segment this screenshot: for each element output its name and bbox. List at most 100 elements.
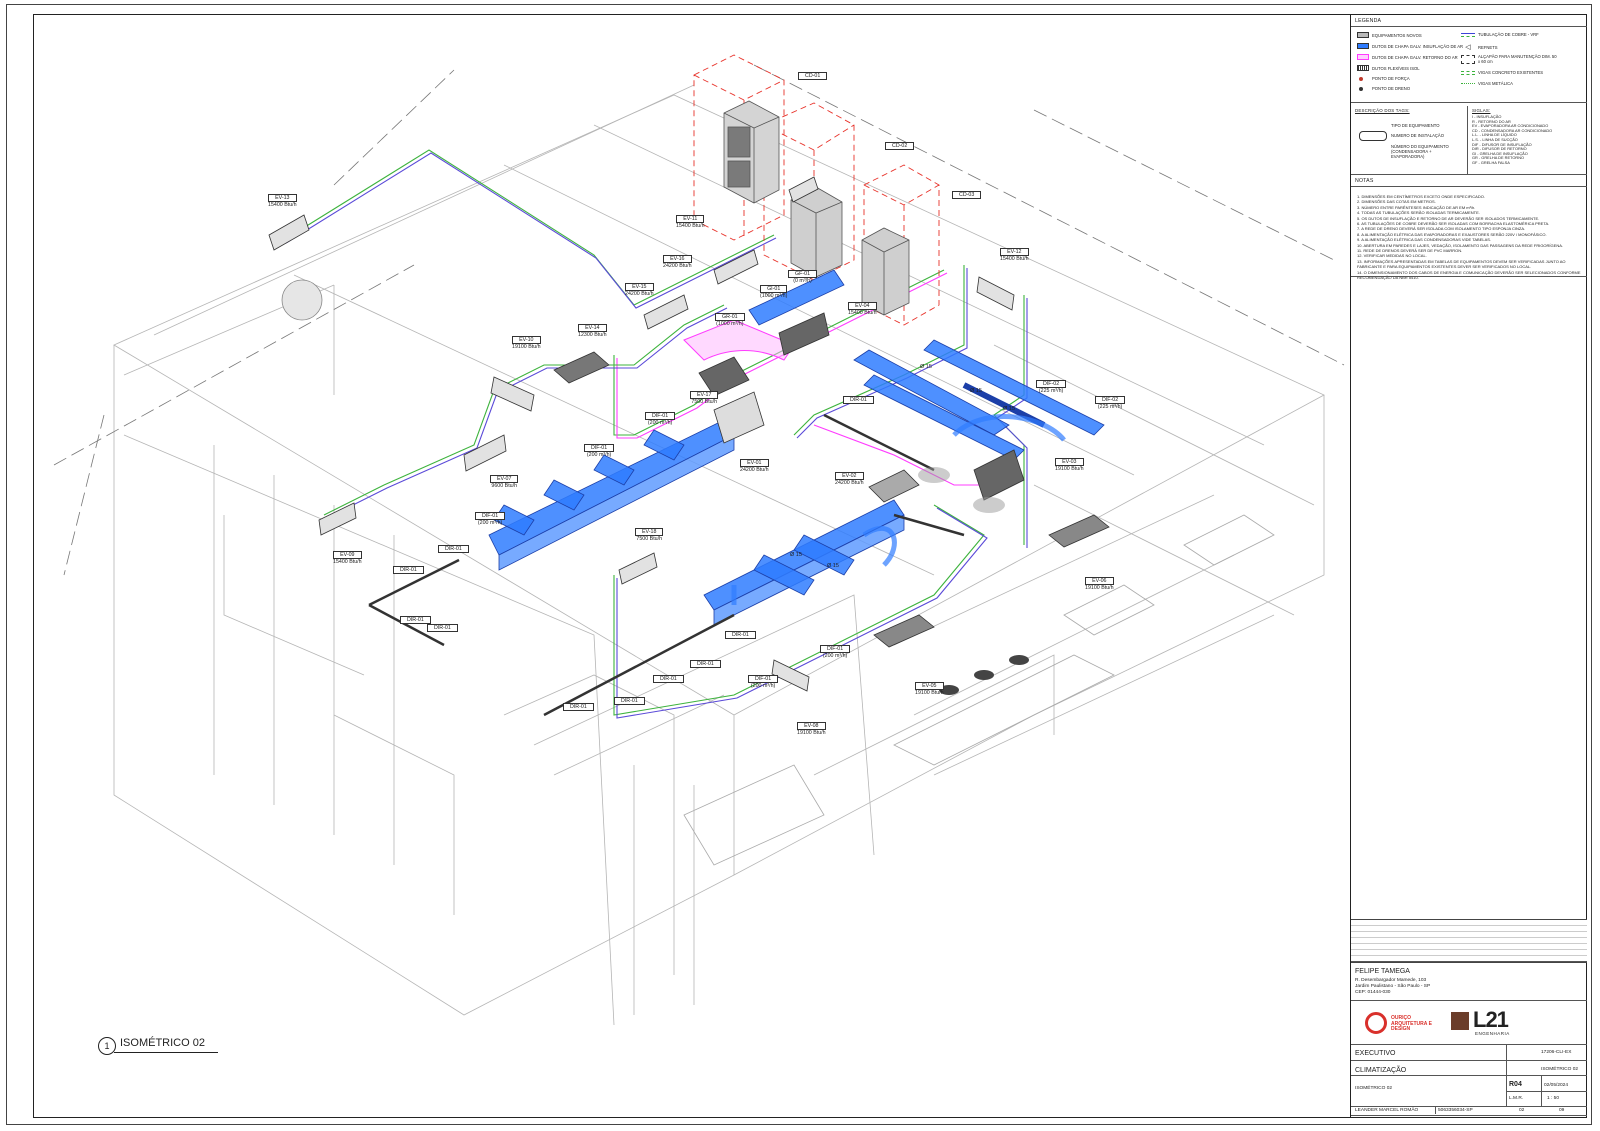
info-rule	[1351, 1044, 1587, 1045]
info-rule-3	[1351, 1075, 1506, 1076]
tag-desc-number: NÚMERO DO EQUIPAMENTO (CONDENSADORA + EV…	[1391, 144, 1449, 159]
tag-dif-01: DIF-01 (200 m³/h)	[645, 412, 676, 426]
subtitle: ISOMÉTRICO 02	[1355, 1086, 1393, 1091]
legend-item-return-duct: DUTOS DE CHAPA GALV. RETORNO DO AR	[1357, 54, 1458, 60]
view-title-text: ISOMÉTRICO 02	[120, 1037, 205, 1049]
tags-description-title: DESCRIÇÃO DOS TAGS:	[1355, 108, 1410, 113]
shadow-area	[973, 497, 1005, 513]
view-title-underline	[114, 1052, 218, 1053]
tag-ev-10: EV-10 19100 Btu/h	[512, 336, 541, 350]
legend-item-steel-beams: VIGAS METÁLICA	[1461, 81, 1513, 86]
revision-table	[1351, 919, 1587, 963]
info-rule-5	[1506, 1091, 1587, 1092]
tag-ev-07: EV-07 9600 Btu/h	[490, 475, 519, 489]
legend-rule	[1351, 26, 1587, 27]
tag-ev-03: EV-03 19100 Btu/h	[1055, 458, 1084, 472]
tag-gr-01: GR-01 (1000 m³/h)	[715, 313, 745, 327]
abbr-line: GF - GRELHA FALSA	[1472, 159, 1510, 165]
legend-item-supply-duct: DUTOS DE CHAPA GALV. INSUFLAÇÃO DE AR	[1357, 43, 1463, 49]
l21-logo-sub: ENGENHARIA	[1475, 1031, 1510, 1036]
sig-divider	[1435, 1106, 1436, 1114]
tag-cd-01: CD-01	[798, 72, 828, 80]
client-address-1: R. Desembargador Mamede, 103	[1355, 978, 1427, 983]
drawing-sheet: CD-01 CD-02 CD-03 EV-13 15400 Btu/h EV-11…	[0, 0, 1600, 1131]
tag-gf-01: GF-01 (0 m³/h)	[788, 270, 818, 284]
tag-dir-01: DIR-01	[690, 660, 721, 668]
notes-rule	[1351, 174, 1587, 175]
drawn-by: L.M.R.	[1509, 1096, 1524, 1101]
logos-rule	[1351, 1000, 1587, 1001]
notes-title: NOTAS	[1355, 178, 1374, 184]
isometric-drawing	[53, 54, 1345, 1026]
diameter-label: Ø 15	[1003, 406, 1015, 412]
tags-section-rule	[1351, 102, 1587, 103]
pendant-lamp	[281, 279, 323, 321]
tag-dir-01: DIR-01	[400, 616, 431, 624]
tag-dir-01: DIR-01	[725, 631, 756, 639]
legend-item-refnets: ◁ REFNETS	[1465, 44, 1498, 51]
tag-gi-01: GI-01 (1000 m³/h)	[760, 285, 788, 299]
tag-dir-01: DIR-01	[563, 703, 594, 711]
tag-dir-01: DIR-01	[843, 396, 874, 404]
tag-ev-05: EV-05 19100 Btu/h	[915, 682, 944, 696]
diameter-label: Ø 15	[970, 388, 982, 394]
title-block: LEGENDA EQUIPAMENTOS NOVOS DUTOS DE CHAP…	[1350, 14, 1587, 1118]
tag-ev-01: EV-01 24200 Btu/h	[740, 459, 769, 473]
tag-dir-01: DIR-01	[653, 675, 684, 683]
phase: EXECUTIVO	[1355, 1050, 1396, 1057]
notes-end-rule	[1351, 276, 1587, 277]
client-address-2: Jardim Paulistano - São Paulo - SP	[1355, 984, 1431, 989]
legend-item-hatch: ALÇAPÃO PARA MANUTENÇÃO DIM. 50 x 60 cm	[1461, 54, 1558, 64]
info-rule-4	[1506, 1075, 1587, 1076]
legend-title: LEGENDA	[1355, 18, 1382, 24]
engineer-name: LEANDER MARCEL ROMÃO	[1355, 1108, 1419, 1113]
diameter-label: Ø 15	[790, 552, 802, 558]
tag-desc-type: TIPO DE EQUIPAMENTO	[1391, 123, 1440, 128]
ourico-logo	[1365, 1012, 1387, 1034]
tag-ev-14: EV-14 12300 Btu/h	[578, 324, 607, 338]
tag-ev-02: EV-02 24200 Btu/h	[835, 472, 864, 486]
tag-cd-02: CD-02	[885, 142, 915, 150]
client-address-3: CEP: 01444-030	[1355, 990, 1391, 995]
date: 02/05/2024	[1544, 1083, 1569, 1088]
client-name: FELIPE TAMEGA	[1355, 968, 1410, 975]
signature-rule	[1351, 1106, 1587, 1107]
tag-ev-15: EV-15 24200 Btu/h	[625, 283, 654, 297]
tag-dir-01: DIR-01	[614, 697, 645, 705]
sheet-number: 02	[1519, 1108, 1525, 1113]
tag-desc-install: NUMERO DE INSTALAÇÃO	[1391, 133, 1444, 138]
abbreviations-title: SIGLAS:	[1472, 108, 1491, 113]
tag-sample-box	[1359, 131, 1387, 141]
l21-mark-icon	[1451, 1012, 1469, 1030]
scale: 1 : 50	[1547, 1096, 1560, 1101]
legend-item-equipment: EQUIPAMENTOS NOVOS	[1357, 32, 1422, 38]
tag-ev-17: EV-17 7500 Btu/h	[690, 391, 719, 405]
diameter-label: Ø 15	[827, 563, 839, 569]
tag-dir-01: DIR-01	[427, 624, 458, 632]
bottom-rule	[1351, 1115, 1587, 1116]
client-rule	[1351, 961, 1587, 962]
legend-item-concrete-beams: VIGAS CONCRETO EXISTENTES	[1461, 70, 1543, 75]
tag-ev-06: EV-06 19100 Btu/h	[1085, 577, 1114, 591]
discipline: CLIMATIZAÇÃO	[1355, 1067, 1407, 1074]
tag-dif-01: DIF-01 (200 m³/h)	[820, 645, 851, 659]
tag-dif-01: DIF-01 (200 m³/h)	[584, 444, 615, 458]
note-line: 13. INFORMAÇÕES APRESENTADAS EM TABELAS …	[1357, 258, 1566, 270]
tag-dir-01: DIR-01	[438, 545, 469, 553]
tag-dif-01: DIF-01 (200 m³/h)	[475, 512, 506, 526]
legend-item-drain-point: PONTO DE DRENO	[1359, 86, 1410, 91]
diameter-label: Ø 15	[920, 364, 932, 370]
tag-cd-03: CD-03	[952, 191, 982, 199]
l21-logo-text: L21	[1473, 1007, 1509, 1032]
legend-item-power-point: PONTO DE FORÇA	[1359, 76, 1410, 81]
tag-ev-11: EV-11 15400 Btu/h	[676, 215, 705, 229]
tag-ev-08: EV-08 19100 Btu/h	[797, 722, 826, 736]
tag-dif-02: DIF-02 (225 m³/h)	[1036, 380, 1067, 394]
tag-dir-01: DIR-01	[393, 566, 424, 574]
abbreviations-list: I - INSUFLAÇÃO R - RETORNO DO AR EV - EV…	[1472, 114, 1552, 166]
tag-ev-12: EV-12 15400 Btu/h	[1000, 248, 1029, 262]
notes-title-rule	[1351, 186, 1587, 187]
legend-item-copper-pipe: TUBULAÇÃO DE COBRE - VRF	[1461, 32, 1539, 37]
tag-dif-02: DIF-02 (225 m³/h)	[1095, 396, 1126, 410]
tag-ev-13: EV-13 15400 Btu/h	[268, 194, 297, 208]
